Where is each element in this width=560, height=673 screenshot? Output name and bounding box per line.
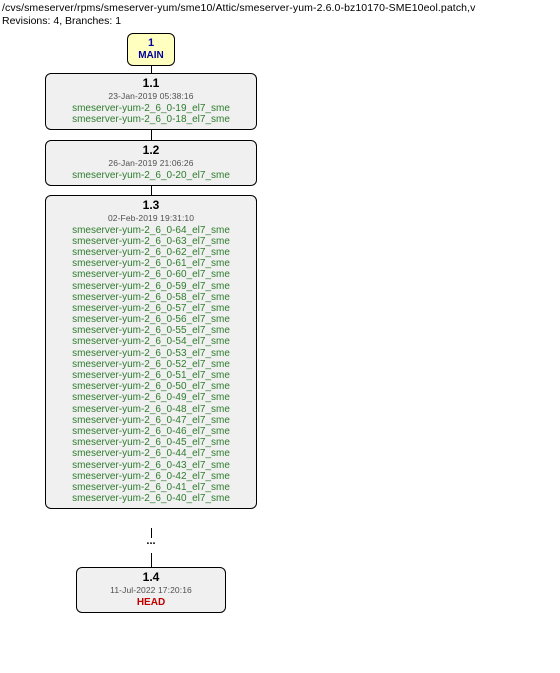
revision-tag: smeserver-yum-2_6_0-51_el7_sme: [52, 370, 250, 381]
revision-tag: smeserver-yum-2_6_0-60_el7_sme: [52, 269, 250, 280]
branch-number: 1: [134, 37, 168, 50]
revision-tags: smeserver-yum-2_6_0-64_el7_sme smeserver…: [52, 225, 250, 505]
revision-node-1-1[interactable]: 1.1 23-Jan-2019 05:38:16 smeserver-yum-2…: [45, 73, 257, 130]
revision-tag: smeserver-yum-2_6_0-63_el7_sme: [52, 236, 250, 247]
revision-tag: smeserver-yum-2_6_0-47_el7_sme: [52, 415, 250, 426]
branch-node-main[interactable]: 1 MAIN: [127, 33, 175, 66]
revision-node-1-4[interactable]: 1.4 11-Jul-2022 17:20:16 HEAD: [76, 567, 226, 613]
revision-tag: smeserver-yum-2_6_0-41_el7_sme: [52, 482, 250, 493]
revision-tag: smeserver-yum-2_6_0-20_el7_sme: [52, 170, 250, 181]
revision-tag: smeserver-yum-2_6_0-19_el7_sme: [52, 103, 250, 114]
revision-tag: smeserver-yum-2_6_0-18_el7_sme: [52, 114, 250, 125]
revision-head-tag: HEAD: [83, 597, 219, 608]
revision-number: 1.3: [52, 199, 250, 213]
revision-tag: smeserver-yum-2_6_0-64_el7_sme: [52, 225, 250, 236]
revision-graph: 1 MAIN 1.1 23-Jan-2019 05:38:16 smeserve…: [0, 28, 560, 664]
connector: [151, 553, 152, 567]
header: /cvs/smeserver/rpms/smeserver-yum/sme10/…: [0, 0, 560, 28]
revision-tags: smeserver-yum-2_6_0-19_el7_sme smeserver…: [52, 103, 250, 125]
revision-tag: smeserver-yum-2_6_0-46_el7_sme: [52, 426, 250, 437]
revisions-meta: Revisions: 4, Branches: 1: [2, 15, 558, 27]
revision-tag: smeserver-yum-2_6_0-52_el7_sme: [52, 359, 250, 370]
revision-tag: smeserver-yum-2_6_0-59_el7_sme: [52, 281, 250, 292]
revision-node-1-2[interactable]: 1.2 26-Jan-2019 21:06:26 smeserver-yum-2…: [45, 140, 257, 186]
revision-date: 23-Jan-2019 05:38:16: [52, 92, 250, 102]
revision-tag: smeserver-yum-2_6_0-58_el7_sme: [52, 292, 250, 303]
revision-tag: smeserver-yum-2_6_0-40_el7_sme: [52, 493, 250, 504]
revision-tag: smeserver-yum-2_6_0-56_el7_sme: [52, 314, 250, 325]
revision-number: 1.1: [52, 77, 250, 91]
revision-tag: smeserver-yum-2_6_0-57_el7_sme: [52, 303, 250, 314]
revision-tag: smeserver-yum-2_6_0-44_el7_sme: [52, 448, 250, 459]
revision-date: 02-Feb-2019 19:31:10: [52, 214, 250, 224]
revision-tag: smeserver-yum-2_6_0-48_el7_sme: [52, 404, 250, 415]
revision-number: 1.4: [83, 571, 219, 585]
revision-tag: smeserver-yum-2_6_0-49_el7_sme: [52, 392, 250, 403]
revision-tag: smeserver-yum-2_6_0-61_el7_sme: [52, 258, 250, 269]
revision-date: 11-Jul-2022 17:20:16: [83, 586, 219, 596]
revision-tag: smeserver-yum-2_6_0-54_el7_sme: [52, 336, 250, 347]
revision-tags: HEAD: [83, 597, 219, 608]
revision-tag: smeserver-yum-2_6_0-42_el7_sme: [52, 471, 250, 482]
revision-tag: smeserver-yum-2_6_0-43_el7_sme: [52, 460, 250, 471]
branch-label: MAIN: [134, 50, 168, 62]
revision-tag: smeserver-yum-2_6_0-50_el7_sme: [52, 381, 250, 392]
revision-tag: smeserver-yum-2_6_0-55_el7_sme: [52, 325, 250, 336]
revision-tags: smeserver-yum-2_6_0-20_el7_sme: [52, 170, 250, 181]
revision-tag: smeserver-yum-2_6_0-45_el7_sme: [52, 437, 250, 448]
file-path: /cvs/smeserver/rpms/smeserver-yum/sme10/…: [2, 2, 558, 14]
tags-ellipsis: ...: [141, 535, 161, 547]
revision-number: 1.2: [52, 144, 250, 158]
revision-node-1-3[interactable]: 1.3 02-Feb-2019 19:31:10 smeserver-yum-2…: [45, 195, 257, 509]
revision-tag: smeserver-yum-2_6_0-53_el7_sme: [52, 348, 250, 359]
revision-tag: smeserver-yum-2_6_0-62_el7_sme: [52, 247, 250, 258]
revision-date: 26-Jan-2019 21:06:26: [52, 159, 250, 169]
